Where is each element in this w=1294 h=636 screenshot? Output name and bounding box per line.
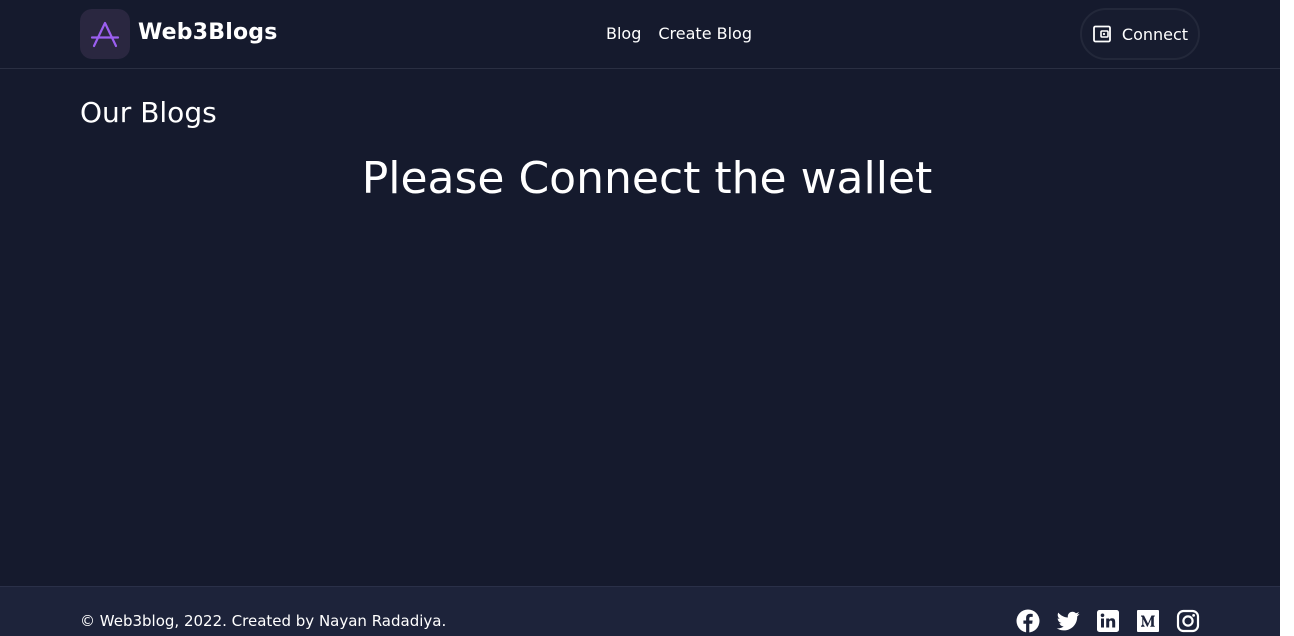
social-links — [1016, 609, 1200, 633]
instagram-icon — [1176, 609, 1200, 633]
nav-link-blog[interactable]: Blog — [606, 23, 641, 45]
medium-link[interactable] — [1136, 609, 1160, 633]
brand-name[interactable]: Web3Blogs — [138, 18, 278, 48]
facebook-link[interactable] — [1016, 609, 1040, 633]
site-footer: © Web3blog, 2022. Created by Nayan Radad… — [0, 586, 1280, 636]
logo[interactable] — [80, 9, 130, 59]
instagram-link[interactable] — [1176, 609, 1200, 633]
site-header: Web3Blogs Blog Create Blog Connect — [0, 0, 1280, 69]
linkedin-link[interactable] — [1096, 609, 1120, 633]
copyright-text: © Web3blog, 2022. Created by Nayan Radad… — [80, 612, 447, 630]
section-title: Our Blogs — [80, 96, 217, 129]
twitter-link[interactable] — [1056, 609, 1080, 633]
twitter-icon — [1056, 611, 1080, 631]
linkedin-icon — [1097, 610, 1119, 632]
nav-link-create-blog[interactable]: Create Blog — [658, 23, 752, 45]
medium-icon — [1137, 610, 1159, 632]
wallet-icon — [1093, 25, 1111, 43]
app-logo-icon — [90, 21, 120, 48]
scrollbar-gutter — [1280, 0, 1294, 636]
page: Web3Blogs Blog Create Blog Connect Our B… — [0, 0, 1280, 636]
connect-button-label: Connect — [1121, 24, 1189, 44]
connect-wallet-button[interactable]: Connect — [1080, 8, 1200, 60]
connect-wallet-message: Please Connect the wallet — [361, 153, 933, 204]
main-nav: Blog Create Blog — [606, 23, 752, 45]
facebook-icon — [1016, 609, 1040, 633]
